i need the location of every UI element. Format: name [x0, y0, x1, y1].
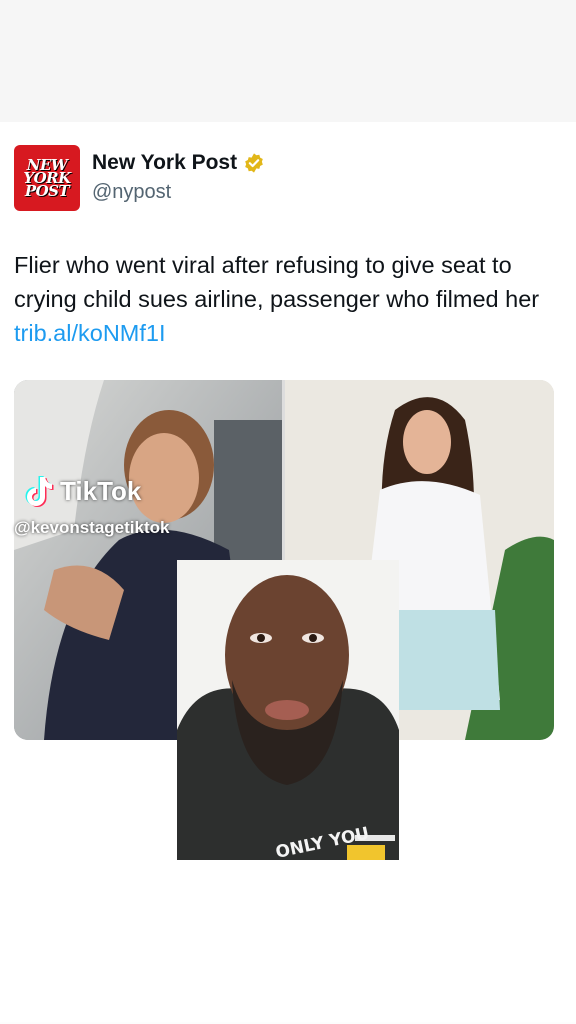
tiktok-note-icon: [25, 476, 54, 507]
tiktok-handle: @kevonstagetiktok: [14, 518, 170, 537]
account-name[interactable]: New York Post: [92, 151, 237, 175]
creator-video-overlay[interactable]: ONLY YOU: [177, 560, 399, 860]
tiktok-watermark: TikTok: [20, 473, 141, 509]
post-body: Flier who went viral after refusing to g…: [14, 252, 540, 312]
account-handle[interactable]: @nypost: [92, 181, 171, 204]
top-blank-area: [0, 0, 576, 122]
nypost-avatar[interactable]: NEW YORK POST: [14, 145, 80, 211]
tiktok-label: TikTok: [60, 475, 142, 506]
post-text: Flier who went viral after refusing to g…: [14, 248, 562, 350]
account-name-row[interactable]: New York Post: [92, 151, 265, 175]
creator-video-art: ONLY YOU: [177, 560, 399, 860]
post-link[interactable]: trib.al/koNMf1I: [14, 320, 166, 346]
logo-line-3: POST: [24, 181, 70, 200]
verified-badge-icon: [245, 153, 263, 173]
